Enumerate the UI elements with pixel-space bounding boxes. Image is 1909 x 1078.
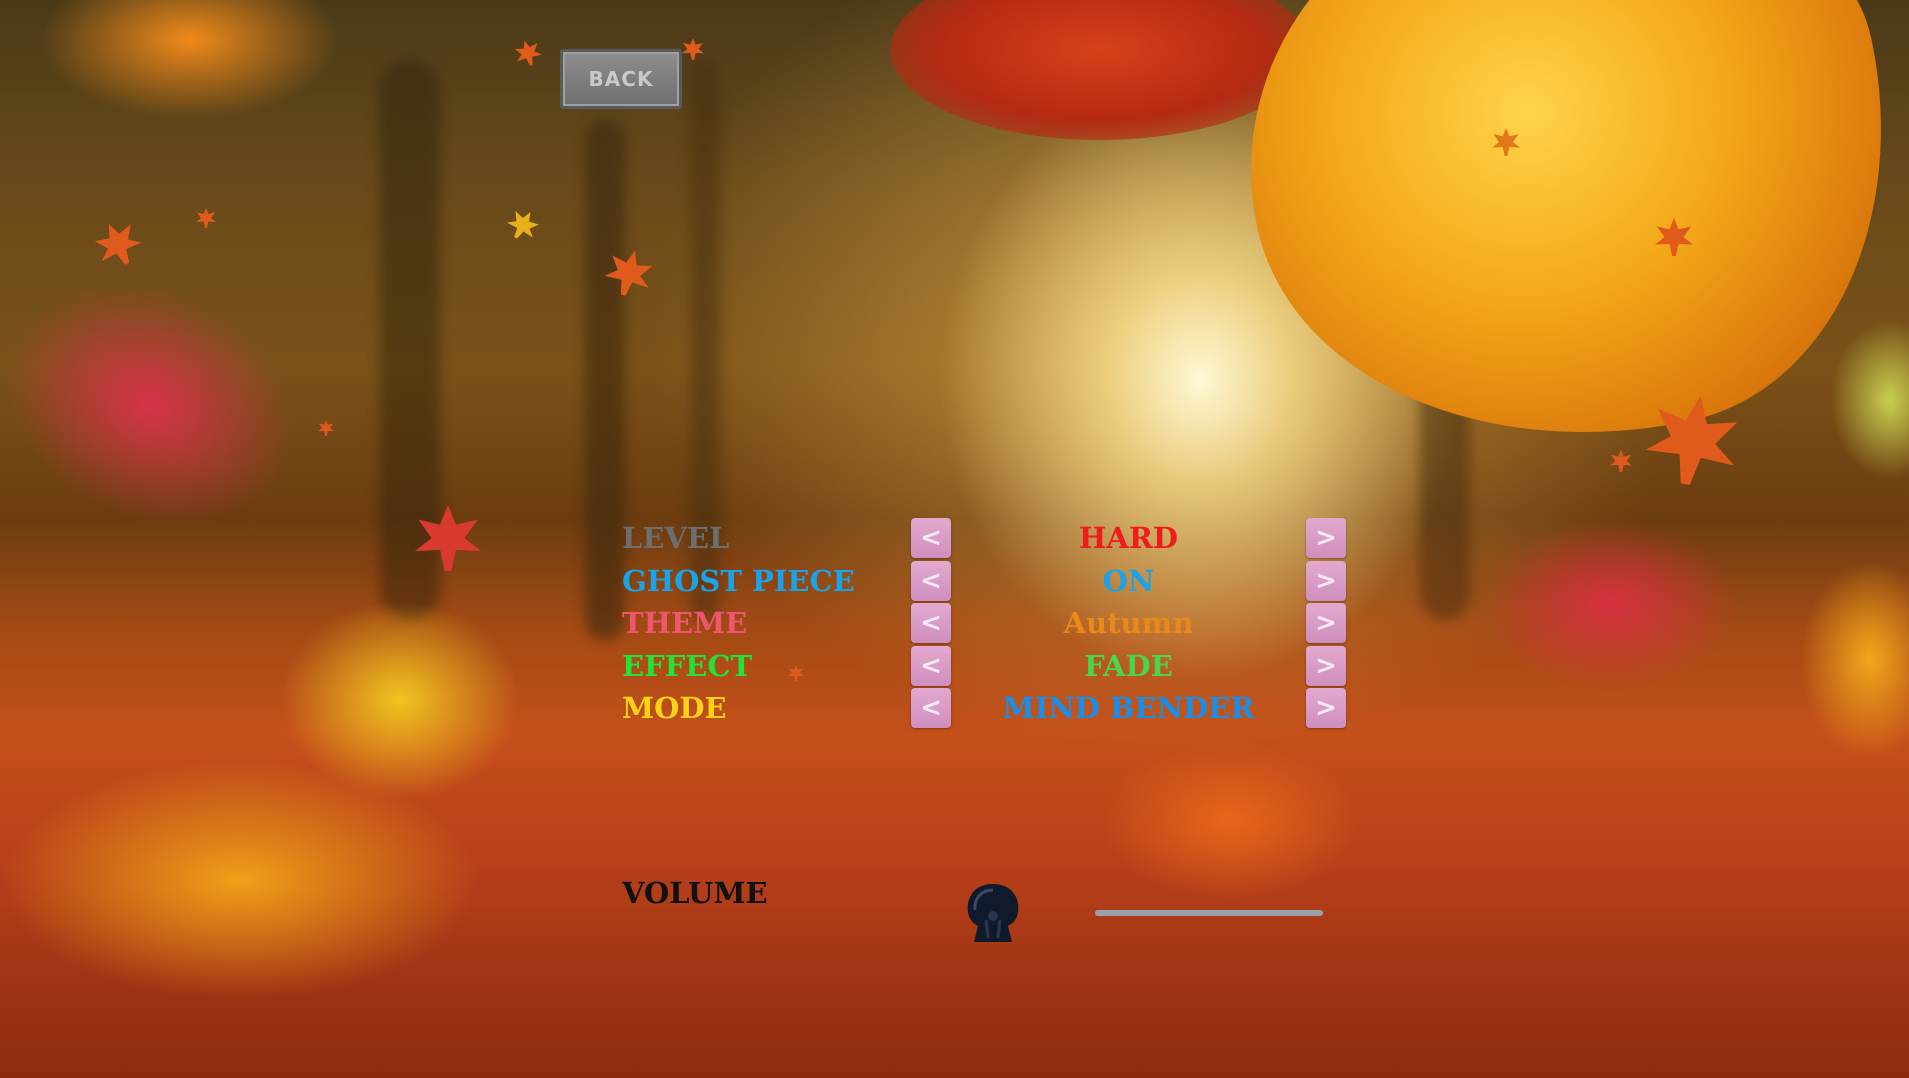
- chevron-left-icon: <: [920, 523, 942, 553]
- chevron-right-icon: >: [1315, 523, 1337, 553]
- option-label: LEVEL: [622, 521, 730, 555]
- option-row-ghost-piece: GHOST PIECE < ON >: [0, 561, 1909, 601]
- option-value: Autumn: [1063, 606, 1194, 640]
- option-row-effect: EFFECT < FADE >: [0, 646, 1909, 686]
- prev-arrow-button[interactable]: <: [911, 688, 951, 728]
- option-value: MIND BENDER: [1002, 691, 1255, 725]
- option-row-theme: THEME < Autumn >: [0, 603, 1909, 643]
- option-label: EFFECT: [622, 649, 753, 683]
- blurred-leaf: [0, 760, 480, 1000]
- chevron-right-icon: >: [1315, 693, 1337, 723]
- bell-speaker-icon[interactable]: [960, 880, 1026, 948]
- blurred-leaf: [1100, 740, 1360, 900]
- option-row-mode: MODE < MIND BENDER >: [0, 688, 1909, 728]
- next-arrow-button[interactable]: >: [1306, 688, 1346, 728]
- option-value: ON: [1102, 564, 1155, 598]
- chevron-left-icon: <: [920, 651, 942, 681]
- option-value: HARD: [1078, 521, 1179, 555]
- prev-arrow-button[interactable]: <: [911, 646, 951, 686]
- volume-slider-fill: [1095, 910, 1323, 916]
- next-arrow-button[interactable]: >: [1306, 561, 1346, 601]
- back-button-label: BACK: [588, 67, 654, 91]
- chevron-left-icon: <: [920, 566, 942, 596]
- chevron-left-icon: <: [920, 693, 942, 723]
- option-value: FADE: [1084, 649, 1173, 683]
- next-arrow-button[interactable]: >: [1306, 518, 1346, 558]
- prev-arrow-button[interactable]: <: [911, 603, 951, 643]
- option-label: THEME: [622, 606, 748, 640]
- chevron-right-icon: >: [1315, 651, 1337, 681]
- chevron-right-icon: >: [1315, 608, 1337, 638]
- prev-arrow-button[interactable]: <: [911, 561, 951, 601]
- option-row-level: LEVEL < HARD >: [0, 518, 1909, 558]
- volume-slider[interactable]: [1095, 910, 1323, 916]
- chevron-left-icon: <: [920, 608, 942, 638]
- prev-arrow-button[interactable]: <: [911, 518, 951, 558]
- option-label: MODE: [622, 691, 727, 725]
- chevron-right-icon: >: [1315, 566, 1337, 596]
- option-label: GHOST PIECE: [622, 564, 855, 598]
- volume-label: VOLUME: [622, 876, 768, 910]
- next-arrow-button[interactable]: >: [1306, 603, 1346, 643]
- back-button[interactable]: BACK: [560, 49, 682, 109]
- next-arrow-button[interactable]: >: [1306, 646, 1346, 686]
